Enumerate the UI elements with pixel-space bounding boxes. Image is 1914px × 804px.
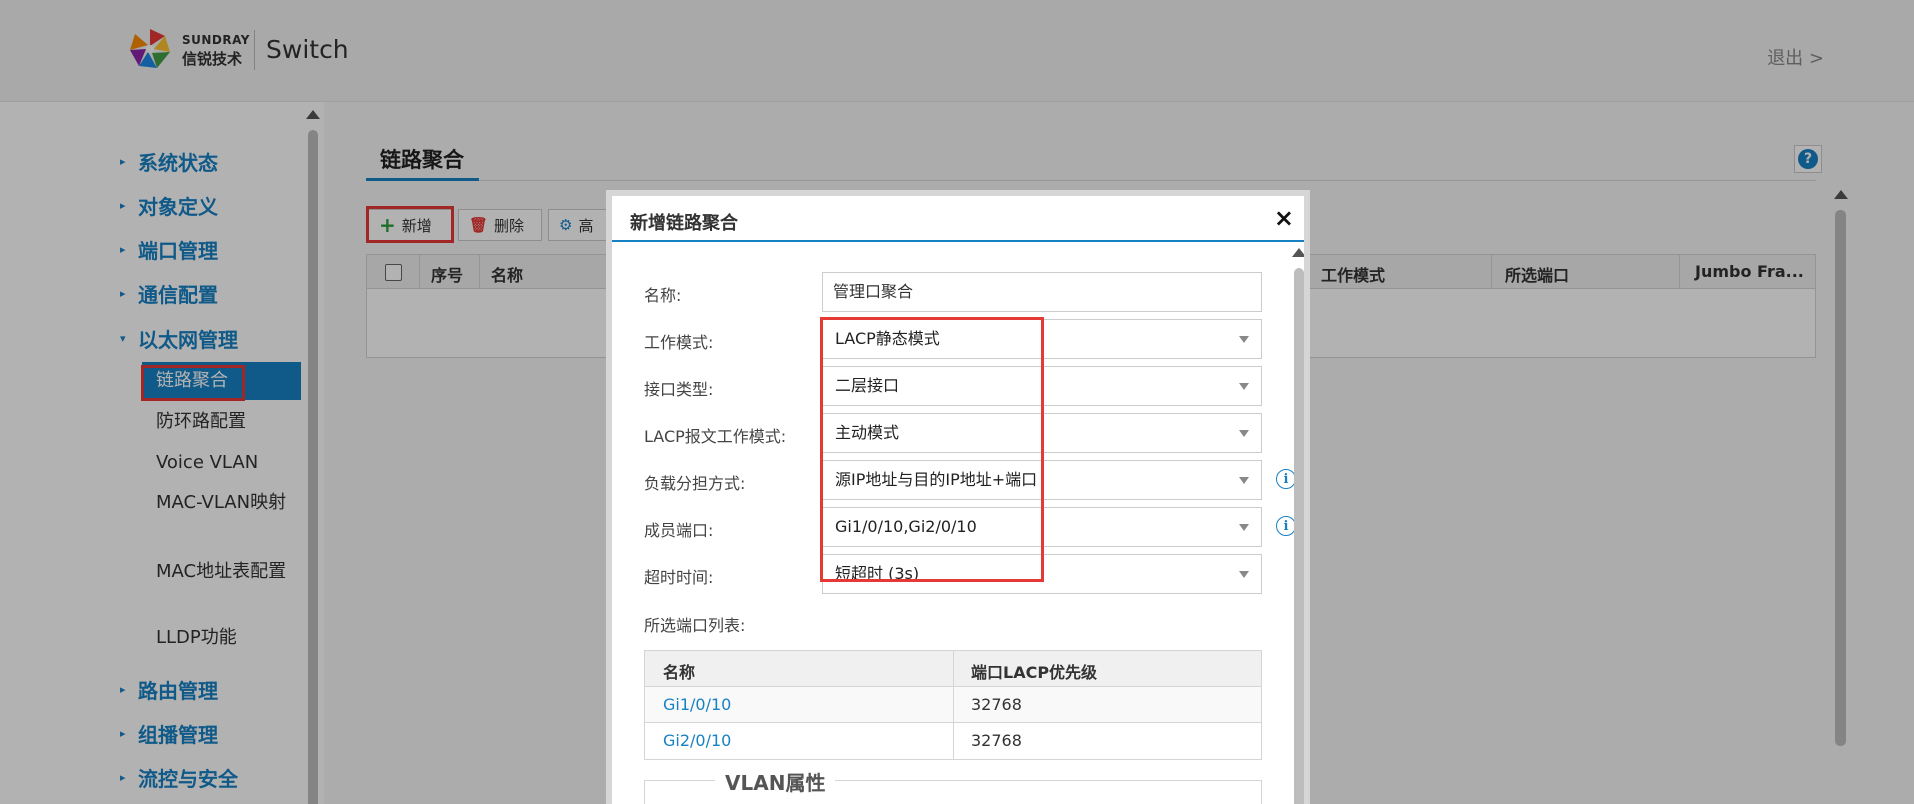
highlight-box-dialog: [820, 317, 1044, 582]
member-ports-label: 成员端口:: [644, 521, 714, 540]
scroll-up-arrow-icon[interactable]: [1292, 248, 1304, 257]
column-divider: [953, 723, 954, 759]
column-divider: [953, 651, 954, 686]
port-name-link[interactable]: Gi1/0/10: [663, 695, 731, 714]
dropdown-arrow-icon: [1239, 383, 1249, 390]
table-header-row: 名称 端口LACP优先级: [645, 651, 1261, 687]
name-input[interactable]: 管理口聚合: [822, 272, 1262, 312]
scrollbar-thumb[interactable]: [1294, 268, 1304, 804]
vlan-properties-section: VLAN属性: [644, 767, 1262, 804]
interface-type-label: 接口类型:: [644, 380, 714, 399]
vlan-section-title: VLAN属性: [715, 767, 836, 796]
close-icon[interactable]: ×: [1274, 204, 1294, 232]
add-aggregation-dialog: 新增链路聚合 × 名称: 管理口聚合 工作模式: LACP静态模式 接口类型: …: [606, 190, 1310, 804]
port-priority: 32768: [971, 695, 1022, 714]
dropdown-arrow-icon: [1239, 430, 1249, 437]
dialog-title-bar: 新增链路聚合 ×: [612, 196, 1304, 242]
dropdown-arrow-icon: [1239, 524, 1249, 531]
port-priority: 32768: [971, 731, 1022, 750]
load-balance-label: 负载分担方式:: [644, 474, 746, 493]
port-name-link[interactable]: Gi2/0/10: [663, 731, 731, 750]
dropdown-arrow-icon: [1239, 477, 1249, 484]
table-row: Gi2/0/10 32768: [645, 723, 1261, 759]
selected-ports-label: 所选端口列表:: [644, 616, 746, 635]
column-header-lacp-priority: 端口LACP优先级: [971, 663, 1098, 682]
name-label: 名称:: [644, 286, 682, 305]
table-row: Gi1/0/10 32768: [645, 687, 1261, 723]
work-mode-label: 工作模式:: [644, 333, 714, 352]
column-divider: [953, 687, 954, 722]
dialog-scrollbar[interactable]: [1292, 248, 1304, 804]
dropdown-arrow-icon: [1239, 336, 1249, 343]
column-header-port-name: 名称: [663, 663, 696, 682]
lacp-mode-label: LACP报文工作模式:: [644, 427, 787, 446]
dialog-title: 新增链路聚合: [630, 213, 738, 234]
selected-ports-table: 名称 端口LACP优先级 Gi1/0/10 32768 Gi2/0/10 327…: [644, 650, 1262, 760]
timeout-label: 超时时间:: [644, 568, 714, 587]
dropdown-arrow-icon: [1239, 571, 1249, 578]
